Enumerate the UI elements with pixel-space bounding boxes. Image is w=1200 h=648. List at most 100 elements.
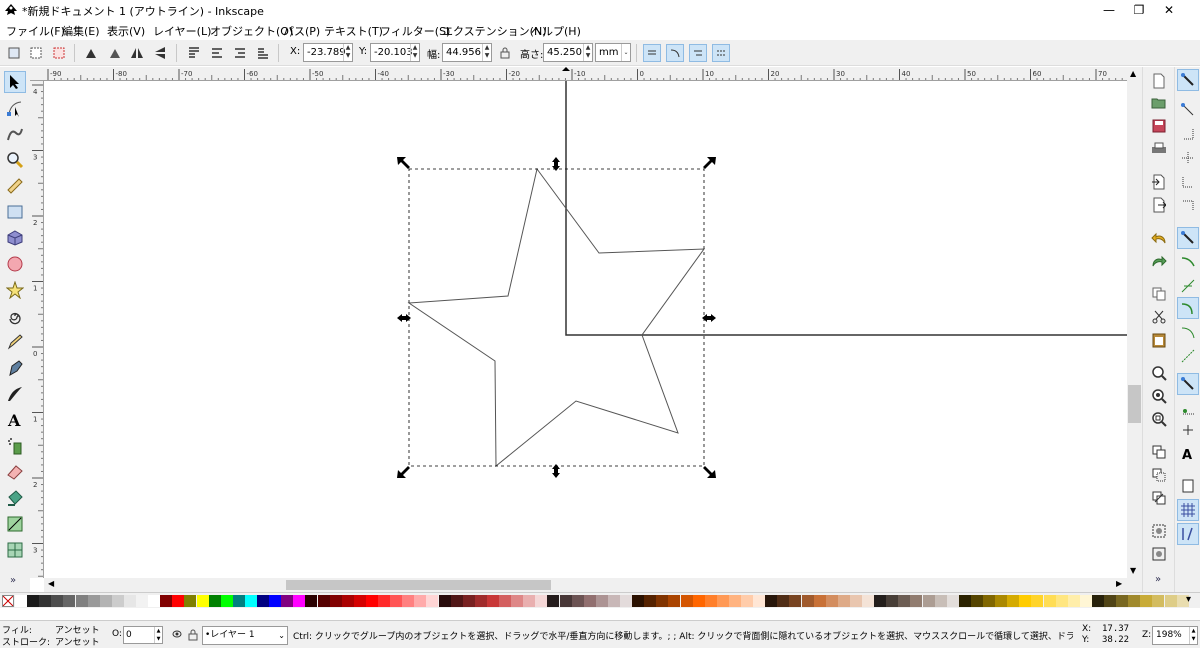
palette-swatch[interactable] [414,595,427,607]
snap-bbox-icon[interactable] [1177,99,1199,121]
palette-swatch[interactable] [571,595,584,607]
palette-swatch[interactable] [172,595,185,607]
handle-bottom-left[interactable] [397,466,410,478]
palette-swatch[interactable] [607,595,620,607]
menu-text[interactable]: テキスト(T) [324,23,383,39]
zoom-page-icon[interactable] [1150,410,1168,428]
lower-to-bottom-icon[interactable] [254,44,272,62]
paste-icon[interactable] [1150,331,1168,349]
palette-swatch[interactable] [317,595,330,607]
handle-top-left[interactable] [397,157,410,169]
toolbox-overflow-icon[interactable]: » [10,575,16,586]
scroll-up-icon[interactable]: ▲ [1130,69,1136,78]
menu-layer[interactable]: レイヤー(L) [153,23,211,39]
menu-view[interactable]: 表示(V) [107,23,145,39]
text-tool-icon[interactable]: A [4,409,26,431]
zoom-selection-icon[interactable] [1150,364,1168,382]
palette-swatch[interactable] [656,595,669,607]
palette-menu-icon[interactable]: ▾ [1186,594,1191,605]
snap-path-intersection-icon[interactable] [1177,275,1199,297]
menu-help[interactable]: ヘルプ(H) [531,23,581,39]
palette-swatch[interactable] [886,595,899,607]
palette-swatch[interactable] [716,595,729,607]
3d-box-tool-icon[interactable] [4,227,26,249]
ungroup-icon[interactable] [1150,545,1168,563]
palette-swatch[interactable] [486,595,499,607]
palette-swatch[interactable] [220,595,233,607]
pencil-tool-icon[interactable] [4,331,26,353]
layer-visibility-icon[interactable] [172,629,182,642]
lock-icon[interactable] [496,44,514,62]
palette-swatch[interactable] [874,595,887,607]
snap-rotation-center-icon[interactable] [1177,419,1199,441]
scroll-left-icon[interactable]: ◀ [48,579,54,588]
palette-swatch[interactable] [269,595,282,607]
rotate-ccw-icon[interactable] [82,44,100,62]
snap-object-center-icon[interactable] [1177,397,1199,419]
palette-swatch[interactable] [244,595,257,607]
no-paint-swatch[interactable] [2,595,14,607]
pen-tool-icon[interactable] [4,357,26,379]
handle-bottom-right[interactable] [703,466,716,478]
snap-grid-icon[interactable] [1177,499,1199,521]
palette-swatch[interactable] [983,595,995,607]
palette-swatch[interactable] [293,595,306,607]
palette-swatch[interactable] [741,595,753,607]
snap-bbox-corner-icon[interactable] [1177,147,1199,169]
unlink-clone-icon[interactable] [1150,489,1168,507]
palette-swatch[interactable] [680,595,693,607]
palette-swatch[interactable] [583,595,596,607]
handle-top-right[interactable] [703,157,716,169]
duplicate-icon[interactable] [1150,443,1168,461]
commands-overflow-icon[interactable]: » [1155,574,1161,585]
snap-text-baseline-icon[interactable]: A [1177,443,1199,465]
palette-swatch[interactable] [123,595,136,607]
palette-swatch[interactable] [1019,595,1032,607]
snap-page-border-icon[interactable] [1177,475,1199,497]
opacity-input[interactable]: 0 ▲ ▼ [123,626,163,644]
palette-swatch[interactable] [1091,595,1104,607]
palette-swatch[interactable] [777,595,790,607]
flip-vertical-icon[interactable] [151,44,169,62]
snap-guides-icon[interactable] [1177,523,1199,545]
palette-swatch[interactable] [934,595,947,607]
unit-select[interactable]: mm ⌄ [595,43,631,62]
palette-swatch[interactable] [232,595,245,607]
transform-gradients-icon[interactable] [689,44,707,62]
star-shape[interactable] [407,167,706,468]
palette-swatch[interactable] [75,595,88,607]
scale-corners-icon[interactable] [666,44,684,62]
ellipse-tool-icon[interactable] [4,253,26,275]
import-icon[interactable] [1150,173,1168,191]
palette-swatch[interactable] [511,595,524,607]
palette-swatch[interactable] [547,595,560,607]
palette-swatch[interactable] [462,595,475,607]
palette-swatch[interactable] [281,595,294,607]
palette-swatch[interactable] [499,595,511,607]
snap-bbox-center-icon[interactable] [1177,195,1199,217]
palette-swatch[interactable] [450,595,463,607]
palette-swatch[interactable] [765,595,778,607]
x-input[interactable]: -23.789 ▲ ▼ [303,43,353,62]
group-icon[interactable] [1150,522,1168,540]
drawing-canvas[interactable] [44,81,1127,578]
lower-icon[interactable] [231,44,249,62]
export-icon[interactable] [1150,196,1168,214]
selector-tool-icon[interactable] [4,71,26,93]
palette-swatch[interactable] [1116,595,1129,607]
eraser-tool-icon[interactable] [4,461,26,483]
palette-swatch[interactable] [39,595,52,607]
menu-path[interactable]: パス(P) [283,23,320,39]
palette-swatch[interactable] [341,595,354,607]
palette-swatch[interactable] [160,595,173,607]
palette-swatch[interactable] [426,595,439,607]
rotate-cw-icon[interactable] [106,44,124,62]
palette-swatch[interactable] [87,595,100,607]
palette-swatch[interactable] [1140,595,1153,607]
redo-icon[interactable] [1150,252,1168,270]
print-icon[interactable] [1150,140,1168,158]
palette-swatch[interactable] [535,595,548,607]
snap-others-icon[interactable] [1177,373,1199,395]
palette-swatch[interactable] [1152,595,1165,607]
palette-swatch[interactable] [862,595,874,607]
